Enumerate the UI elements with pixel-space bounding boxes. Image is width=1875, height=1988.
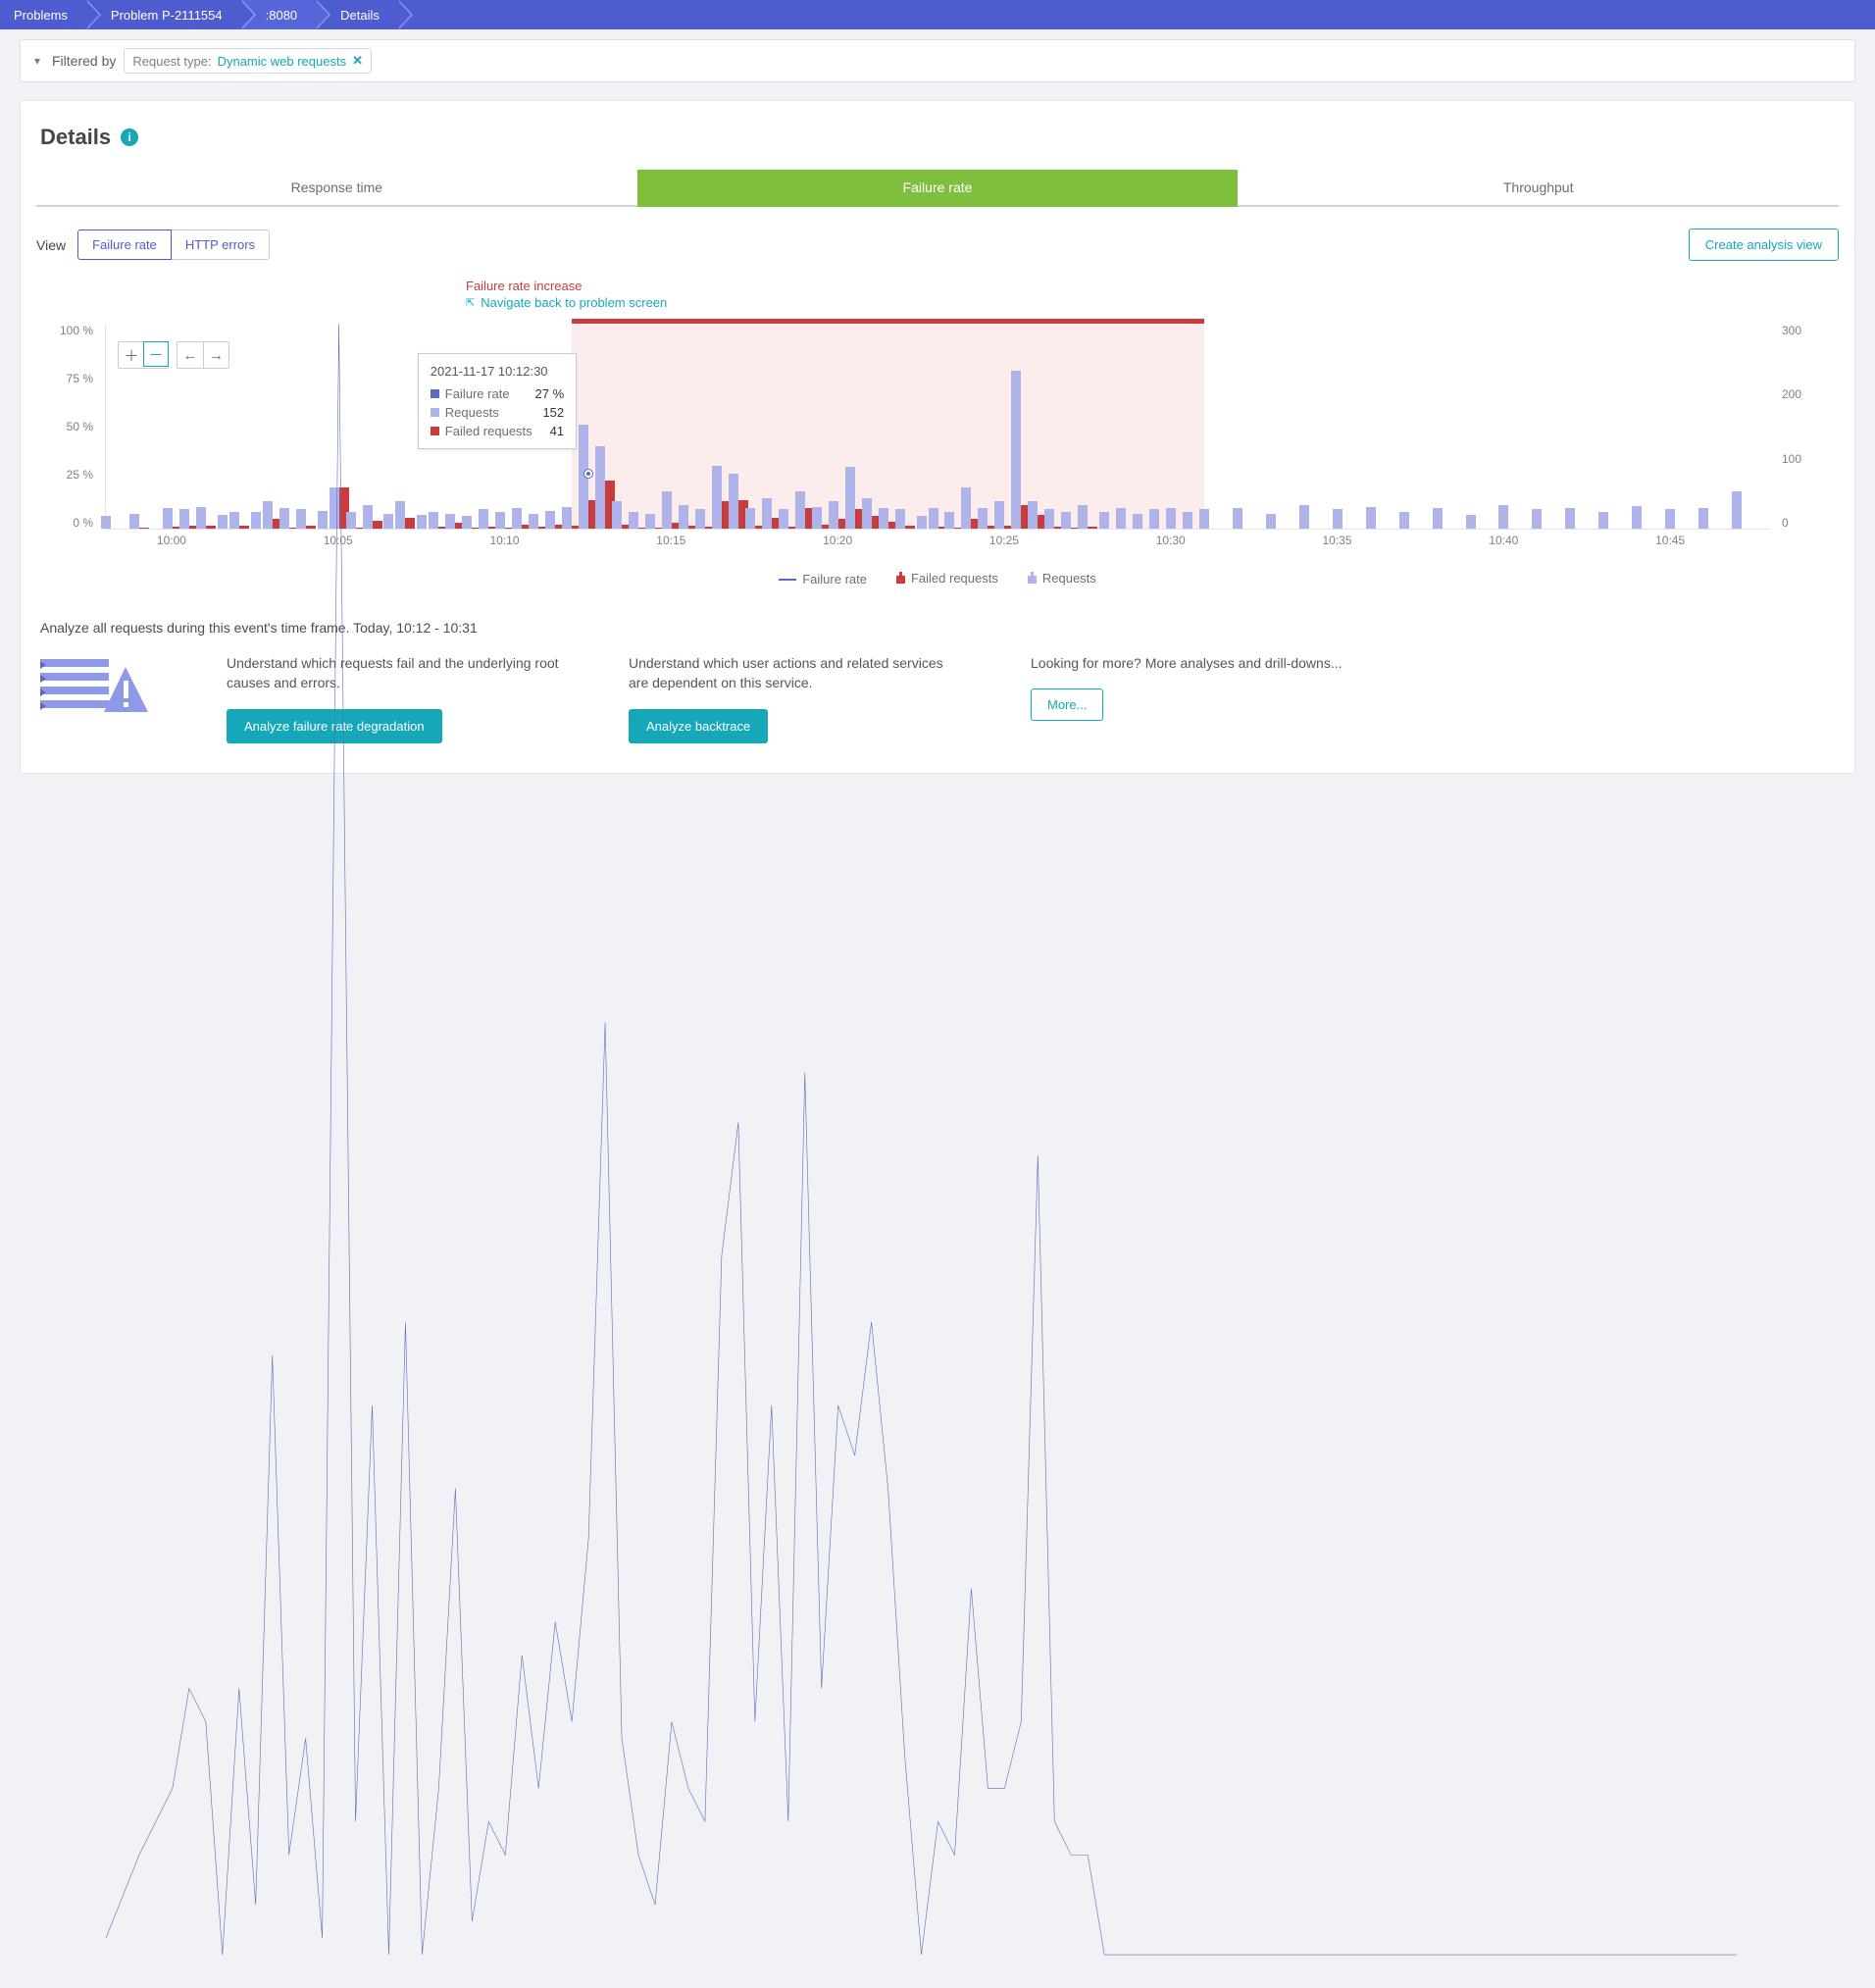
event-band (572, 319, 1204, 529)
tooltip-title: 2021-11-17 10:12:30 (431, 364, 564, 379)
action-backtrace: Understand which user actions and relate… (629, 653, 962, 743)
tab-failure-rate[interactable]: Failure rate (637, 170, 1239, 207)
filter-label: Filtered by (52, 53, 116, 69)
info-icon[interactable]: i (121, 128, 138, 146)
navigate-back-link[interactable]: ⇱ Navigate back to problem screen (466, 295, 1835, 310)
legend-failed-requests[interactable]: Failed requests (896, 571, 998, 586)
zoom-out-button[interactable]: － (143, 341, 169, 367)
legend-requests[interactable]: Requests (1028, 571, 1096, 586)
hover-marker-icon (584, 470, 592, 478)
analyze-failure-degradation-button[interactable]: Analyze failure rate degradation (227, 709, 442, 743)
analyze-backtrace-button[interactable]: Analyze backtrace (629, 709, 768, 743)
bars-layer (106, 324, 1770, 529)
filter-icon: ▾ (30, 54, 44, 68)
filter-bar: ▾ Filtered by Request type: Dynamic web … (20, 39, 1855, 82)
swatch-requests-icon (431, 408, 439, 417)
y-axis-right: 3002001000 (1776, 324, 1835, 530)
metric-tabs: Response timeFailure rateThroughput (36, 170, 1839, 207)
analyze-note: Analyze all requests during this event's… (40, 620, 1835, 636)
page-title: Details (40, 125, 111, 150)
tab-throughput[interactable]: Throughput (1238, 170, 1839, 207)
y-axis-left: 100 %75 %50 %25 %0 % (40, 324, 99, 530)
pan-left-button[interactable]: ← (177, 342, 203, 368)
event-annotation-title: Failure rate increase (466, 279, 1835, 293)
filter-chip-remove-icon[interactable]: ✕ (352, 53, 363, 69)
details-card: Details i Response timeFailure rateThrou… (20, 100, 1855, 774)
zoom-in-button[interactable]: ＋ (119, 342, 144, 368)
chart-plot[interactable]: 100 %75 %50 %25 %0 % 3002001000 ＋ － ← → (40, 324, 1835, 559)
chart-legend: Failure rate Failed requests Requests (40, 571, 1835, 586)
breadcrumb-item[interactable]: Problem P-2111554 (85, 0, 240, 29)
filter-chip-key: Request type: (132, 54, 211, 69)
view-segments: Failure rateHTTP errors (77, 229, 270, 260)
pan-right-button[interactable]: → (203, 342, 228, 368)
breadcrumb-item[interactable]: Problems (0, 0, 85, 29)
breadcrumb: ProblemsProblem P-2111554:8080Details (0, 0, 1875, 29)
more-button[interactable]: More... (1031, 688, 1103, 721)
action-failure-degradation: Understand which requests fail and the u… (227, 653, 560, 743)
view-segment-failure-rate[interactable]: Failure rate (77, 229, 172, 260)
filter-chip[interactable]: Request type: Dynamic web requests ✕ (124, 48, 372, 74)
degradation-illustration-icon (40, 653, 158, 717)
x-axis: 10:0010:0510:1010:1510:2010:2510:3010:35… (105, 534, 1770, 559)
swatch-failure-rate-icon (431, 389, 439, 398)
create-analysis-view-button[interactable]: Create analysis view (1689, 229, 1839, 261)
action-more: Looking for more? More analyses and dril… (1031, 653, 1343, 721)
chart-tooltip: 2021-11-17 10:12:30 Failure rate 27 % Re… (418, 353, 577, 449)
external-link-icon: ⇱ (466, 296, 475, 309)
filter-chip-value: Dynamic web requests (218, 54, 347, 69)
plot-area[interactable]: ＋ － ← → 2021-11-17 10:12:30 Failure rate (105, 324, 1770, 530)
swatch-failed-icon (431, 427, 439, 435)
chart: Failure rate increase ⇱ Navigate back to… (40, 279, 1835, 586)
legend-failure-rate[interactable]: Failure rate (779, 572, 867, 586)
view-segment-http-errors[interactable]: HTTP errors (171, 229, 270, 260)
actions-row: Understand which requests fail and the u… (40, 653, 1835, 743)
chart-zoom-controls: ＋ － ← → (118, 341, 229, 369)
tab-response-time[interactable]: Response time (36, 170, 637, 207)
view-label: View (36, 237, 66, 253)
